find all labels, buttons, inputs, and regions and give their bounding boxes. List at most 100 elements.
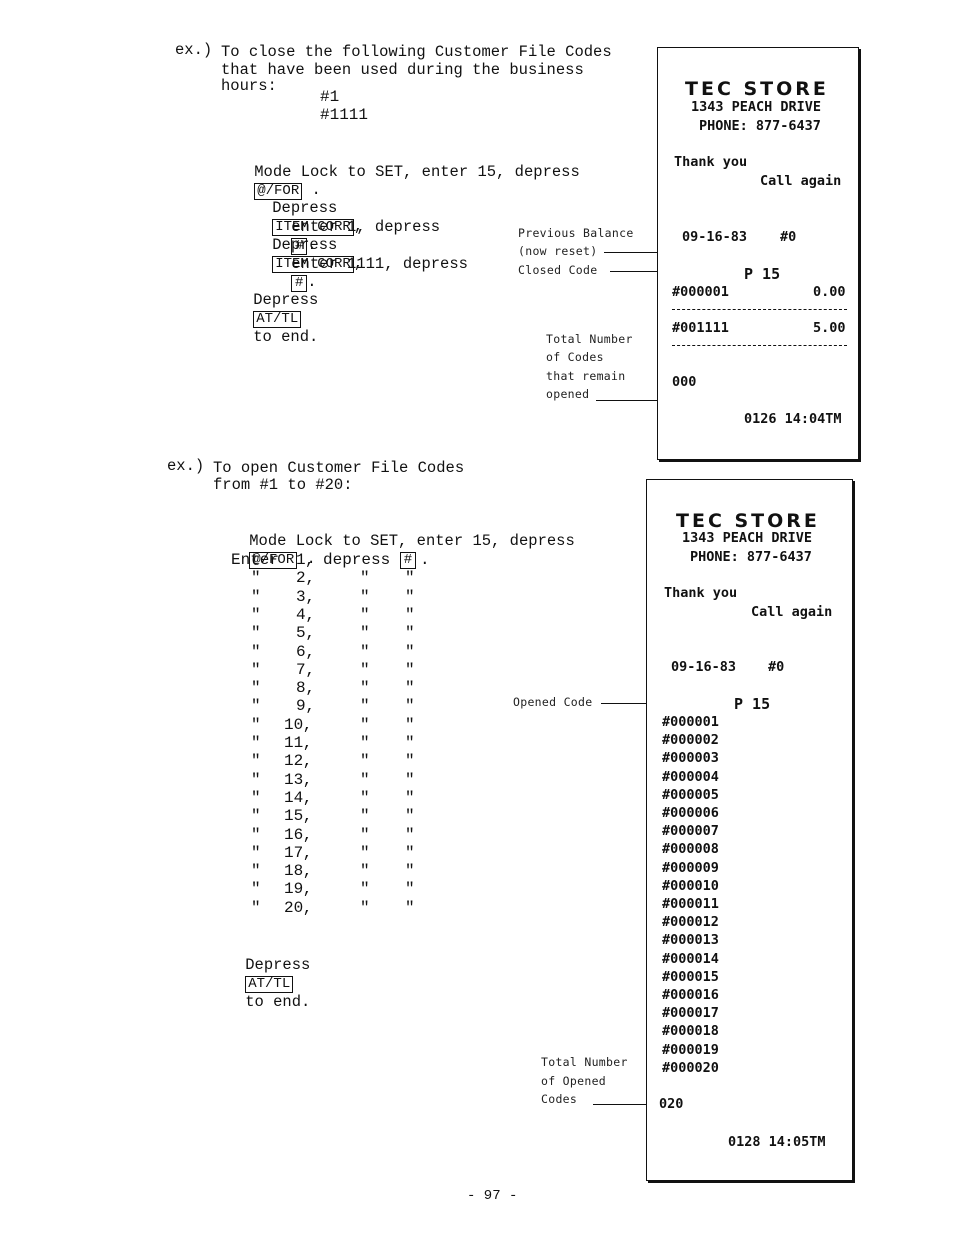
ditto-mark: " (360, 679, 370, 698)
ditto-mark: " (360, 660, 370, 679)
store-address: 1343 PEACH DRIVE (691, 99, 822, 115)
ditto-mark: " (405, 825, 415, 844)
receipt-code: #000001 (662, 714, 719, 730)
receipt-footer: 0126 14:04TM (744, 411, 842, 427)
step-number: 18 (284, 862, 304, 881)
dashed-divider (672, 309, 847, 310)
annotation-total-remaining: of Codes (546, 350, 604, 364)
receipt-code: #000011 (662, 896, 719, 912)
example-prefix: ex.) (175, 41, 213, 59)
ditto-mark: " (405, 697, 415, 716)
annotation-previous-balance: Previous Balance (518, 226, 634, 240)
ditto-mark: " (360, 880, 370, 899)
ditto-mark: " (405, 788, 415, 807)
code-item: #1 (320, 88, 340, 106)
step-number: 11 (284, 734, 304, 752)
receipt-code: #000002 (662, 732, 719, 749)
store-name: TEC STORE (676, 510, 820, 532)
separator: , (302, 807, 313, 826)
intro-line: from #1 to #20: (213, 476, 353, 494)
ditto-mark: " (405, 752, 415, 771)
separator: . (420, 551, 430, 569)
receipt-code: #000013 (662, 932, 719, 949)
ditto-mark: " (251, 734, 261, 752)
ditto-mark: " (251, 679, 261, 698)
intro-line: To open Customer File Codes (213, 459, 465, 477)
separator: , (305, 679, 315, 698)
separator: , (302, 862, 313, 881)
store-address: 1343 PEACH DRIVE (682, 530, 813, 546)
annotation-previous-balance: (now reset) (518, 244, 598, 258)
ditto-mark: " (251, 807, 261, 826)
separator: , (302, 734, 313, 752)
dashed-divider (672, 345, 847, 346)
receipt-code: #000003 (662, 750, 719, 767)
separator: , (305, 697, 315, 716)
store-phone: PHONE: 877-6437 (690, 549, 812, 565)
receipt-code: #000007 (662, 823, 719, 840)
step-number: 12 (284, 752, 304, 771)
page-number: - 97 - (467, 1188, 518, 1204)
ditto-mark: " (251, 770, 261, 789)
ditto-mark: " (360, 624, 370, 643)
mode-lock-text: Mode Lock to SET, enter 15, depress (249, 532, 575, 550)
ditto-mark: " (360, 715, 370, 734)
receipt-count: 000 (672, 374, 697, 390)
ditto-mark: " (251, 862, 261, 881)
at-tl-key[interactable]: AT/TL (253, 311, 302, 328)
ditto-mark: " (251, 715, 261, 734)
annotation-total-remaining: Total Number (546, 332, 633, 346)
step-number: 4 (296, 605, 306, 624)
at-tl-key[interactable]: AT/TL (245, 976, 294, 993)
receipt-date: 09-16-83 (682, 229, 748, 245)
step-number: 16 (284, 825, 304, 844)
intro-line: To close the following Customer File Cod… (221, 43, 612, 61)
ditto-mark: " (360, 642, 370, 661)
receipt-code: #000016 (662, 987, 719, 1003)
ditto-mark: " (405, 770, 415, 789)
store-phone: PHONE: 877-6437 (699, 118, 821, 134)
receipt-date: 09-16-83 (671, 659, 737, 675)
separator: , (305, 642, 315, 661)
receipt-code: #000004 (662, 768, 719, 785)
separator: , (305, 587, 315, 606)
ditto-mark: " (251, 605, 261, 624)
call-again-text: Call again (760, 173, 842, 189)
ditto-mark: " (251, 569, 261, 588)
step-number: 20 (284, 898, 304, 917)
ditto-mark: " (405, 734, 415, 752)
receipt-number: #0 (768, 659, 785, 675)
ditto-mark: " (251, 825, 261, 844)
receipt-code: #000012 (662, 914, 719, 931)
ditto-mark: " (360, 770, 370, 789)
call-again-text: Call again (751, 604, 833, 620)
ditto-mark: " (251, 898, 261, 917)
receipt-code: #000015 (662, 968, 719, 985)
annotation-total-opened: Total Number (541, 1055, 628, 1069)
ditto-mark: " (360, 825, 370, 844)
ditto-mark: " (360, 569, 370, 588)
receipt-code: #000019 (662, 1041, 719, 1058)
end-instruction: Depress AT/TL to end. (216, 273, 318, 364)
separator: , (305, 551, 315, 569)
ditto-mark: " (405, 715, 415, 734)
receipt-count: 020 (659, 1096, 684, 1112)
receipt-code: #000006 (662, 805, 719, 821)
ditto-mark: " (251, 788, 261, 807)
receipt-code: #000001 (672, 284, 729, 300)
step-number: 6 (296, 642, 306, 661)
receipt-amount: 5.00 (813, 320, 846, 336)
ditto-mark: " (405, 605, 415, 624)
store-name: TEC STORE (685, 78, 829, 100)
hash-key[interactable]: # (400, 552, 416, 569)
end-instruction: Depress AT/TL to end. (208, 938, 310, 1029)
ditto-mark: " (360, 862, 370, 881)
ditto-mark: " (405, 624, 415, 643)
ditto-mark: " (360, 843, 370, 862)
separator: , (302, 880, 313, 899)
step-number: 13 (284, 770, 304, 789)
ditto-mark: " (360, 898, 370, 917)
ditto-mark: " (251, 752, 261, 771)
end-text: Depress (245, 956, 311, 974)
receipt-code: #001111 (672, 320, 729, 336)
